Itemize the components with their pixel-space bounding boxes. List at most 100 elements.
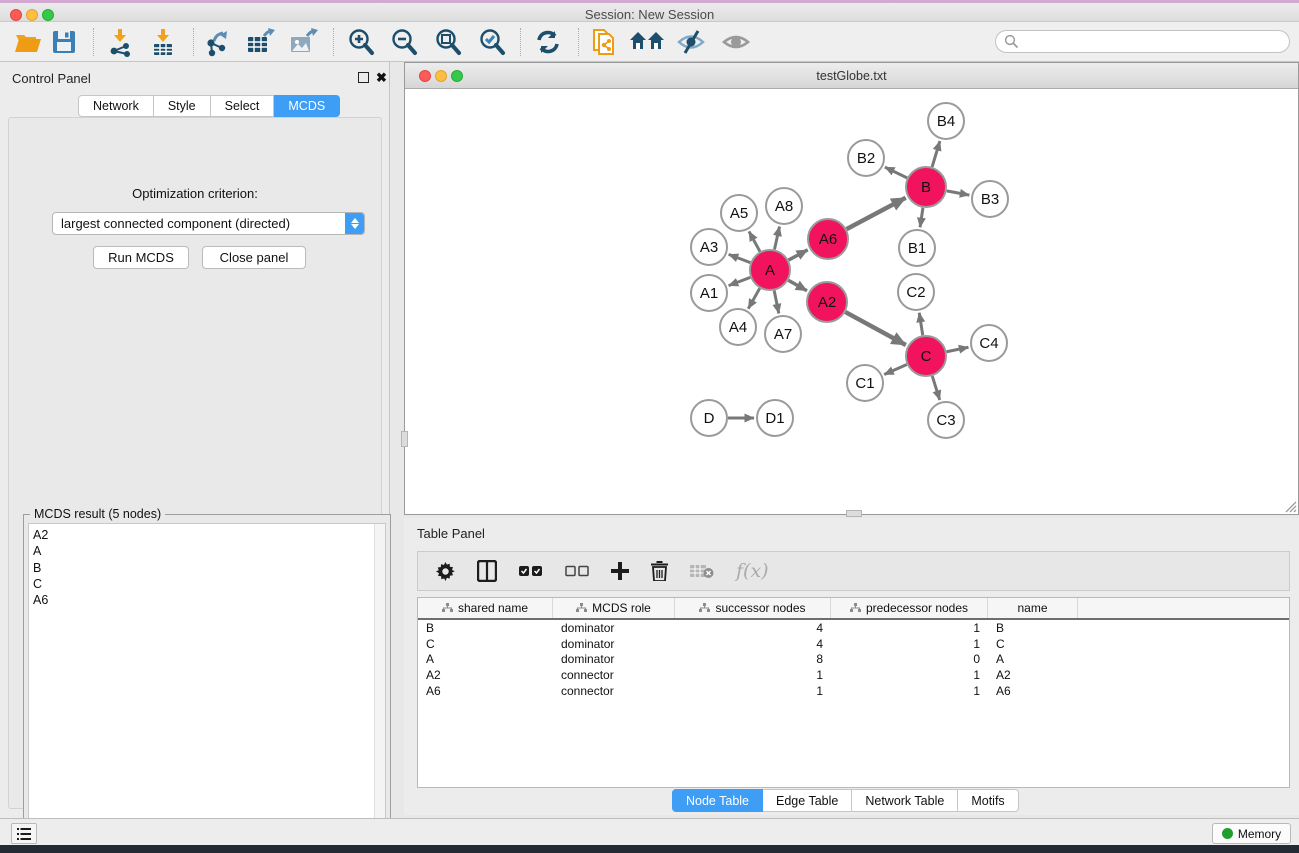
- copy-network-button[interactable]: [586, 24, 624, 60]
- graph-node-A8[interactable]: A8: [766, 188, 802, 224]
- graph-node-B3[interactable]: B3: [972, 181, 1008, 217]
- tab-style[interactable]: Style: [154, 95, 211, 117]
- export-image-button[interactable]: [284, 24, 322, 60]
- edge-C-C3[interactable]: [932, 376, 939, 400]
- edge-B-B1[interactable]: [920, 208, 923, 227]
- home-button[interactable]: [628, 24, 666, 60]
- column-header-successor-nodes[interactable]: successor nodes: [675, 598, 831, 618]
- edge-A-A6[interactable]: [789, 250, 808, 260]
- graph-node-B4[interactable]: B4: [928, 103, 964, 139]
- mcds-result-scrollbar[interactable]: [374, 524, 385, 850]
- edge-A-A7[interactable]: [774, 291, 779, 314]
- memory-button[interactable]: Memory: [1212, 823, 1291, 844]
- window-resize-handle[interactable]: [1283, 499, 1297, 513]
- table-row[interactable]: A6connector11A6: [418, 683, 1289, 699]
- tab-edge-table[interactable]: Edge Table: [763, 789, 852, 812]
- save-session-button[interactable]: [45, 24, 83, 60]
- network-graph-canvas[interactable]: A A1 A2 A3 A4 A5 A6 A7 A8 B B1 B2 B3 B4 C C1 C2 C3 C4 D D1: [405, 89, 1298, 514]
- show-graphics-button[interactable]: [717, 24, 755, 60]
- edge-C-C2[interactable]: [919, 313, 923, 336]
- graph-node-C1[interactable]: C1: [847, 365, 883, 401]
- task-history-button[interactable]: [11, 823, 37, 844]
- select-all-button[interactable]: [519, 565, 543, 577]
- close-panel-button[interactable]: Close panel: [202, 246, 306, 269]
- mcds-result-list[interactable]: A2ABCA6: [28, 523, 386, 849]
- tab-motifs[interactable]: Motifs: [958, 789, 1018, 812]
- edge-A6-B[interactable]: [847, 198, 906, 229]
- graph-node-A4[interactable]: A4: [720, 309, 756, 345]
- graph-node-C2[interactable]: C2: [898, 274, 934, 310]
- edge-A-A3[interactable]: [729, 254, 751, 262]
- import-network-button[interactable]: [101, 24, 139, 60]
- edge-C-C4[interactable]: [947, 347, 969, 352]
- zoom-selected-button[interactable]: [473, 24, 511, 60]
- graph-node-C[interactable]: C: [906, 336, 946, 376]
- edge-B-B2[interactable]: [885, 167, 907, 178]
- canvas-grip-left[interactable]: [401, 431, 408, 447]
- edge-C-C1[interactable]: [884, 364, 907, 374]
- graph-node-C3[interactable]: C3: [928, 402, 964, 438]
- graph-node-A2[interactable]: A2: [807, 282, 847, 322]
- deselect-all-button[interactable]: [565, 565, 589, 577]
- table-row[interactable]: Cdominator41C: [418, 636, 1289, 652]
- table-row[interactable]: A2connector11A2: [418, 667, 1289, 683]
- graph-node-C4[interactable]: C4: [971, 325, 1007, 361]
- hide-graphics-button[interactable]: [672, 24, 710, 60]
- graph-node-A6[interactable]: A6: [808, 219, 848, 259]
- column-header-predecessor-nodes[interactable]: predecessor nodes: [831, 598, 988, 618]
- mcds-result-item[interactable]: C: [33, 576, 385, 592]
- zoom-out-button[interactable]: [385, 24, 423, 60]
- function-builder-button[interactable]: f(x): [736, 560, 769, 582]
- edge-A2-C[interactable]: [845, 312, 905, 345]
- zoom-fit-button[interactable]: [429, 24, 467, 60]
- mcds-result-item[interactable]: A6: [33, 592, 385, 608]
- open-session-button[interactable]: [9, 24, 47, 60]
- column-header-MCDS-role[interactable]: MCDS role: [553, 598, 675, 618]
- mcds-result-item[interactable]: A: [33, 543, 385, 559]
- delete-table-button[interactable]: [690, 563, 714, 579]
- mcds-result-item[interactable]: A2: [33, 527, 385, 543]
- run-mcds-button[interactable]: Run MCDS: [93, 246, 189, 269]
- table-settings-button[interactable]: [436, 562, 455, 581]
- zoom-in-button[interactable]: [342, 24, 380, 60]
- refresh-button[interactable]: [529, 24, 567, 60]
- float-panel-icon[interactable]: [358, 72, 369, 83]
- delete-row-button[interactable]: [651, 561, 668, 581]
- show-columns-button[interactable]: [477, 560, 497, 582]
- export-network-button[interactable]: [199, 24, 237, 60]
- edge-B-B3[interactable]: [947, 191, 970, 195]
- edge-A-A2[interactable]: [788, 280, 807, 290]
- mcds-result-item[interactable]: B: [33, 560, 385, 576]
- edge-B-B4[interactable]: [932, 141, 940, 167]
- graph-node-A5[interactable]: A5: [721, 195, 757, 231]
- export-table-button[interactable]: [241, 24, 279, 60]
- canvas-grip-bottom[interactable]: [846, 510, 862, 517]
- graph-node-D[interactable]: D: [691, 400, 727, 436]
- graph-node-A3[interactable]: A3: [691, 229, 727, 265]
- edge-A-A1[interactable]: [729, 277, 751, 285]
- graph-node-B2[interactable]: B2: [848, 140, 884, 176]
- tab-node-table[interactable]: Node Table: [672, 789, 763, 812]
- graph-node-A7[interactable]: A7: [765, 316, 801, 352]
- graph-node-A1[interactable]: A1: [691, 275, 727, 311]
- table-row[interactable]: Adominator80A: [418, 652, 1289, 668]
- tab-mcds[interactable]: MCDS: [274, 95, 340, 117]
- add-row-button[interactable]: [611, 562, 629, 580]
- node-table[interactable]: shared nameMCDS rolesuccessor nodesprede…: [417, 597, 1290, 788]
- column-header-shared-name[interactable]: shared name: [418, 598, 553, 618]
- edge-A-A5[interactable]: [749, 231, 760, 251]
- edge-A-A4[interactable]: [748, 288, 759, 308]
- graph-node-B[interactable]: B: [906, 167, 946, 207]
- tab-network-table[interactable]: Network Table: [852, 789, 958, 812]
- column-header-name[interactable]: name: [988, 598, 1078, 618]
- table-row[interactable]: Bdominator41B: [418, 620, 1289, 636]
- graph-node-D1[interactable]: D1: [757, 400, 793, 436]
- import-table-button[interactable]: [144, 24, 182, 60]
- tab-network[interactable]: Network: [78, 95, 154, 117]
- network-window-titlebar[interactable]: testGlobe.txt: [405, 63, 1298, 89]
- graph-node-A[interactable]: A: [750, 250, 790, 290]
- tab-select[interactable]: Select: [211, 95, 275, 117]
- edge-A-A8[interactable]: [774, 227, 779, 250]
- criterion-dropdown[interactable]: largest connected component (directed): [52, 212, 365, 235]
- graph-node-B1[interactable]: B1: [899, 230, 935, 266]
